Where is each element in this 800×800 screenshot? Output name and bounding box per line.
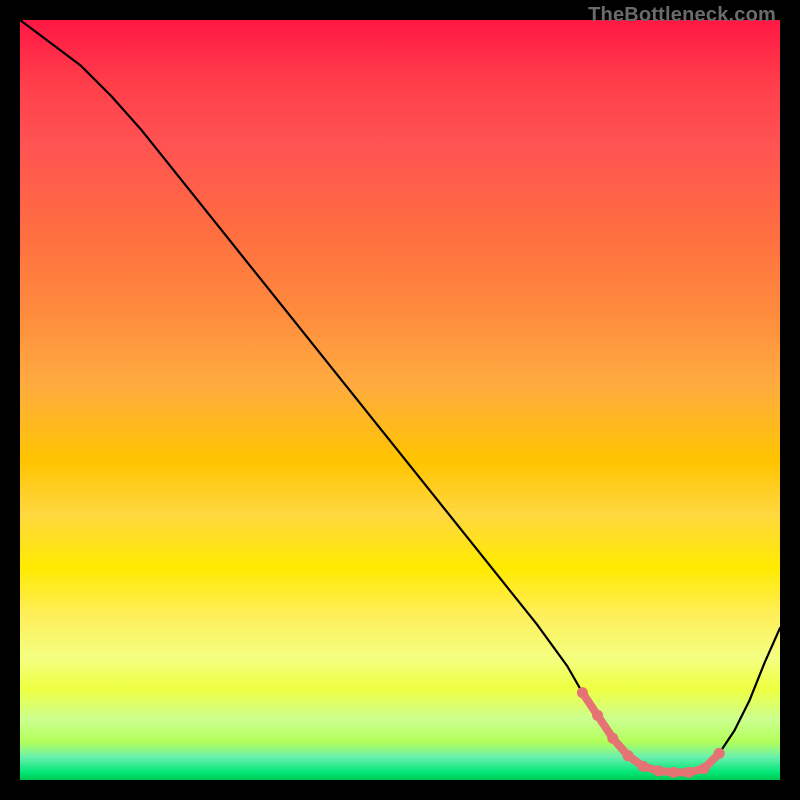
- bottleneck-curve: [20, 20, 780, 780]
- curve-marker: [653, 765, 664, 776]
- curve-marker: [683, 767, 694, 778]
- marker-connector: [582, 693, 719, 773]
- curve-path: [20, 20, 780, 772]
- curve-marker: [607, 733, 618, 744]
- attribution-label: TheBottleneck.com: [588, 4, 776, 27]
- curve-marker: [592, 710, 603, 721]
- curve-marker: [714, 748, 725, 759]
- curve-markers: [577, 687, 725, 778]
- curve-marker: [623, 750, 634, 761]
- chart-area: [20, 20, 780, 780]
- curve-marker: [638, 761, 649, 772]
- curve-marker: [668, 767, 679, 778]
- curve-marker: [699, 763, 710, 774]
- curve-marker: [577, 687, 588, 698]
